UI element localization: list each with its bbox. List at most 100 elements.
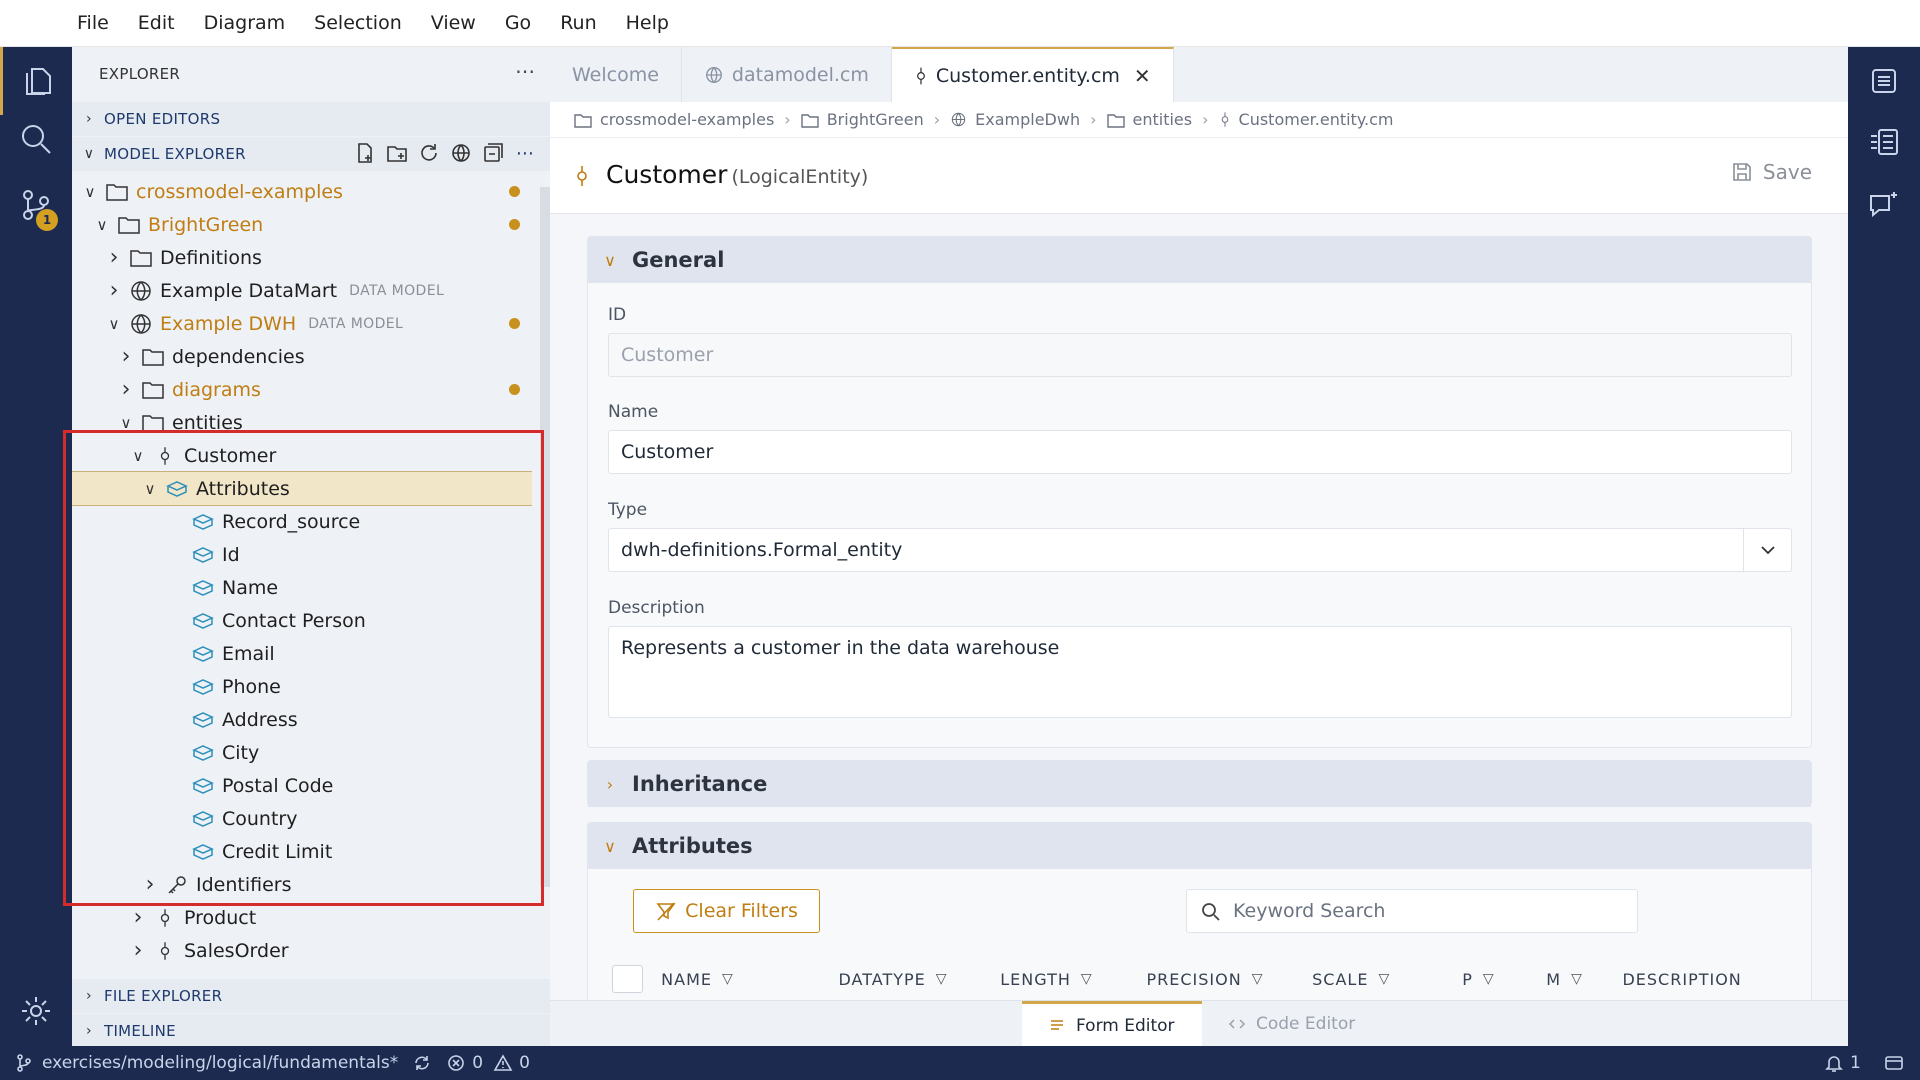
- inheritance-header[interactable]: › Inheritance: [588, 761, 1811, 807]
- filter-icon[interactable]: ▽: [1378, 971, 1390, 987]
- code-editor-tab[interactable]: Code Editor: [1202, 1001, 1382, 1047]
- tree-item-example-dwh[interactable]: ∨ Example DWH DATA MODEL: [72, 307, 532, 340]
- menu-edit[interactable]: Edit: [135, 8, 178, 38]
- menu-help[interactable]: Help: [623, 8, 672, 38]
- breadcrumb-item[interactable]: ExampleDwh: [950, 110, 1080, 129]
- breadcrumb-item[interactable]: entities: [1106, 110, 1192, 129]
- tree-item-entities[interactable]: ∨ entities: [72, 406, 532, 439]
- source-control-activity-button[interactable]: 1: [0, 171, 72, 239]
- tree-item-example-datamart[interactable]: › Example DataMart DATA MODEL: [72, 274, 532, 307]
- tree-item-city[interactable]: City: [72, 736, 532, 769]
- column-header-m[interactable]: M ▽: [1546, 970, 1608, 989]
- chevron-right-icon[interactable]: ›: [116, 377, 136, 402]
- menu-diagram[interactable]: Diagram: [201, 8, 289, 38]
- properties-view-button[interactable]: [1848, 109, 1920, 177]
- tree-item-identifiers[interactable]: › Identifiers: [72, 868, 532, 901]
- tree-item-record-source[interactable]: Record_source: [72, 505, 532, 538]
- tab-welcome[interactable]: Welcome: [550, 47, 682, 102]
- tree-item-customer[interactable]: ∨ Customer: [72, 439, 532, 472]
- explorer-more-button[interactable]: ⋯: [515, 59, 535, 83]
- tree-item-address[interactable]: Address: [72, 703, 532, 736]
- collapse-all-button[interactable]: [482, 141, 504, 165]
- filter-icon[interactable]: ▽: [1252, 971, 1264, 987]
- model-explorer-section[interactable]: ∨ MODEL EXPLORER ⋯: [72, 137, 550, 171]
- chevron-down-icon[interactable]: ∨: [92, 216, 112, 234]
- tree-item-email[interactable]: Email: [72, 637, 532, 670]
- tree-item-country[interactable]: Country: [72, 802, 532, 835]
- name-field[interactable]: Customer: [608, 430, 1792, 474]
- chevron-down-icon[interactable]: ∨: [116, 414, 136, 432]
- breadcrumb-item[interactable]: Customer.entity.cm: [1219, 110, 1393, 129]
- filter-icon[interactable]: ▽: [1483, 971, 1495, 987]
- clear-filters-button[interactable]: Clear Filters: [633, 889, 820, 933]
- problems-status[interactable]: 0 0: [446, 1053, 530, 1073]
- tree-item-postal-code[interactable]: Postal Code: [72, 769, 532, 802]
- breadcrumb-item[interactable]: crossmodel-examples: [574, 110, 774, 129]
- column-header-description[interactable]: DESCRIPTION: [1622, 970, 1778, 989]
- filter-icon[interactable]: ▽: [1571, 971, 1583, 987]
- column-header-scale[interactable]: SCALE ▽: [1312, 970, 1448, 989]
- tree-item-id[interactable]: Id: [72, 538, 532, 571]
- model-explorer-more-button[interactable]: ⋯: [514, 141, 536, 165]
- column-header-name[interactable]: NAME ▽: [661, 970, 824, 989]
- outline-view-button[interactable]: [1848, 47, 1920, 115]
- filter-icon[interactable]: ▽: [936, 971, 948, 987]
- general-header[interactable]: ∨ General: [588, 237, 1811, 283]
- chevron-right-icon[interactable]: ›: [140, 872, 160, 897]
- tree-item-product[interactable]: › Product: [72, 901, 532, 934]
- menu-file[interactable]: File: [74, 8, 112, 38]
- tree-item-attributes[interactable]: ∨ Attributes: [72, 471, 532, 506]
- tree-item-diagrams[interactable]: › diagrams: [72, 373, 532, 406]
- type-select[interactable]: dwh-definitions.Formal_entity: [608, 528, 1792, 572]
- tree-item-definitions[interactable]: › Definitions: [72, 241, 532, 274]
- settings-activity-button[interactable]: [0, 977, 72, 1045]
- refresh-button[interactable]: [418, 141, 440, 165]
- tree-item-phone[interactable]: Phone: [72, 670, 532, 703]
- chevron-right-icon[interactable]: ›: [104, 278, 124, 303]
- new-file-button[interactable]: [354, 141, 376, 165]
- file-explorer-section[interactable]: › FILE EXPLORER: [72, 979, 550, 1013]
- chevron-down-icon[interactable]: ∨: [80, 183, 100, 201]
- close-icon[interactable]: ✕: [1134, 64, 1151, 88]
- menu-go[interactable]: Go: [502, 8, 534, 38]
- search-activity-button[interactable]: [0, 105, 72, 173]
- menu-run[interactable]: Run: [557, 8, 599, 38]
- new-model-button[interactable]: [450, 141, 472, 165]
- chevron-right-icon[interactable]: ›: [128, 905, 148, 930]
- chevron-right-icon[interactable]: ›: [104, 245, 124, 270]
- keyword-search-input[interactable]: Keyword Search: [1186, 889, 1638, 933]
- column-header-length[interactable]: LENGTH ▽: [1000, 970, 1132, 989]
- sync-button[interactable]: [412, 1053, 432, 1073]
- menu-view[interactable]: View: [428, 8, 479, 38]
- chevron-down-icon[interactable]: [1743, 529, 1791, 571]
- branch-status[interactable]: exercises/modeling/logical/fundamentals*: [14, 1053, 398, 1073]
- new-folder-button[interactable]: [386, 141, 408, 165]
- tree-item-credit-limit[interactable]: Credit Limit: [72, 835, 532, 868]
- form-editor-tab[interactable]: Form Editor: [1022, 1001, 1202, 1047]
- filter-icon[interactable]: ▽: [1081, 971, 1093, 987]
- attributes-header[interactable]: ∨ Attributes: [588, 823, 1811, 869]
- chevron-right-icon[interactable]: ›: [128, 938, 148, 963]
- description-field[interactable]: Represents a customer in the data wareho…: [608, 626, 1792, 718]
- select-all-checkbox[interactable]: [612, 965, 644, 993]
- tree-item-crossmodel-examples[interactable]: ∨ crossmodel-examples: [72, 175, 532, 208]
- chevron-right-icon[interactable]: ›: [116, 344, 136, 369]
- tree-item-contact-person[interactable]: Contact Person: [72, 604, 532, 637]
- layout-button[interactable]: [1884, 1053, 1904, 1073]
- column-header-precision[interactable]: PRECISION ▽: [1146, 970, 1298, 989]
- column-header-p[interactable]: P ▽: [1462, 970, 1532, 989]
- breadcrumb-item[interactable]: BrightGreen: [800, 110, 924, 129]
- chevron-down-icon[interactable]: ∨: [104, 315, 124, 333]
- tab-customer-entity-cm[interactable]: Customer.entity.cm ✕: [891, 47, 1174, 102]
- tree-item-salesorder[interactable]: › SalesOrder: [72, 934, 532, 967]
- timeline-section[interactable]: › TIMELINE: [72, 1014, 550, 1048]
- chat-view-button[interactable]: [1848, 171, 1920, 239]
- chevron-down-icon[interactable]: ∨: [140, 480, 160, 498]
- menu-selection[interactable]: Selection: [311, 8, 405, 38]
- chevron-down-icon[interactable]: ∨: [128, 447, 148, 465]
- open-editors-section[interactable]: › OPEN EDITORS: [72, 102, 550, 136]
- column-header-datatype[interactable]: DATATYPE ▽: [839, 970, 987, 989]
- tab-datamodel-cm[interactable]: datamodel.cm: [682, 47, 892, 102]
- tree-scrollbar[interactable]: [540, 187, 550, 887]
- save-button[interactable]: Save: [1731, 160, 1812, 184]
